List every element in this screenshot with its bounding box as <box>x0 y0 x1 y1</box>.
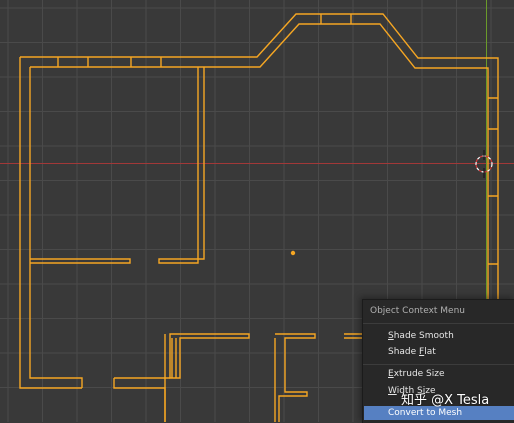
menu-item-convert-to-mesh[interactable]: Convert to Mesh <box>364 406 514 420</box>
watermark-text: 知乎 @X Tesla <box>401 393 490 408</box>
bottom-doorway-wall <box>274 333 316 422</box>
partition-wall <box>158 67 205 264</box>
menu-separator <box>363 364 514 365</box>
menu-item-shade-smooth[interactable]: Shade Smooth <box>364 329 514 343</box>
menu-separator <box>363 323 514 324</box>
wall-segment-ticks <box>57 14 498 265</box>
menu-item-shade-flat[interactable]: Shade Flat <box>364 345 514 359</box>
object-origin-icon <box>290 250 296 256</box>
partition-wall-left <box>30 258 131 264</box>
menu-item-extrude-size[interactable]: Extrude Size <box>364 367 514 381</box>
bottom-middle-walls <box>164 333 250 422</box>
context-menu-title: Object Context Menu <box>370 306 466 316</box>
